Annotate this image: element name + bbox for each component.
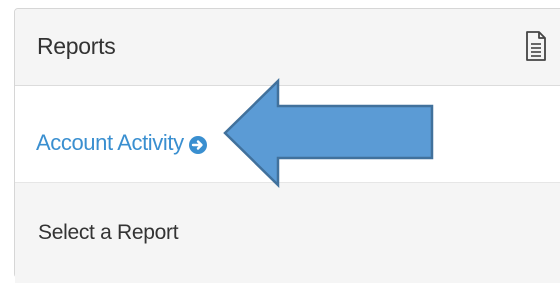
document-icon bbox=[525, 31, 547, 61]
select-report-row[interactable]: Select a Report bbox=[15, 182, 560, 283]
left-pointing-arrow bbox=[223, 78, 434, 188]
select-report-label: Select a Report bbox=[38, 221, 179, 244]
panel-title: Reports bbox=[37, 33, 116, 59]
panel-header: Reports bbox=[15, 9, 560, 86]
account-activity-label: Account Activity bbox=[36, 130, 184, 155]
account-activity-link[interactable]: Account Activity bbox=[36, 130, 207, 156]
arrow-circle-right-icon bbox=[188, 134, 207, 154]
